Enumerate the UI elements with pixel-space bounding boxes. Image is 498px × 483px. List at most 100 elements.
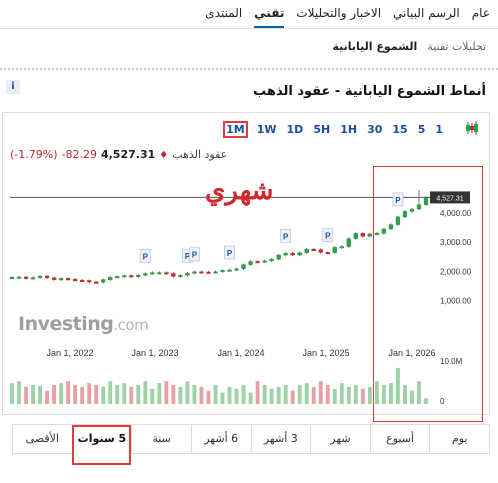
nav-tab-chart[interactable]: الرسم البياني [393,6,460,28]
top-nav: عام الرسم البياني الاخبار والتحليلات تقن… [0,6,490,28]
volume-bar [171,385,176,404]
volume-bar [304,383,309,404]
volume-bar [213,385,218,404]
candle-body [360,233,365,237]
volume-bar [360,388,365,404]
candle-body [276,254,281,260]
timeframe-bar: 1M 1W 1D 5H 1H 30 15 5 1 [223,121,444,138]
candle-body [44,275,50,279]
candle-body [94,281,99,284]
candle-body [37,275,43,278]
breadcrumb: تحليلات تقنية الشموع اليابانية [333,40,487,53]
volume-bar [346,386,351,404]
range-3-months[interactable]: 3 أشهر [250,425,311,453]
candle-body [51,277,57,280]
volume-bar [290,390,295,404]
range-day[interactable]: يوم [429,425,489,453]
pattern-marker-label: P [192,251,198,260]
candle-body [353,233,358,239]
range-week[interactable]: أسبوع [369,425,430,453]
volume-bar [59,383,64,404]
candle-body [66,278,71,281]
candle-body [80,280,85,282]
info-icon[interactable]: i [6,80,20,94]
timeframe-1h[interactable]: 1H [339,121,358,138]
volume-bar [332,388,337,404]
volume-bar [248,392,253,404]
timeframe-1w[interactable]: 1W [256,121,278,138]
volume-bar [234,388,239,404]
volume-bar [150,388,155,404]
nav-tab-news[interactable]: الاخبار والتحليلات [296,6,381,28]
candle-body [108,277,113,280]
volume-bar [192,385,197,404]
candle-body [58,278,64,281]
timeframe-1[interactable]: 1 [434,121,444,138]
range-5-years[interactable]: 5 سنوات [71,425,132,465]
volume-bar [269,388,274,404]
range-6-months[interactable]: 6 أشهر [190,425,251,453]
volume-bar [73,385,78,404]
range-year[interactable]: سنة [131,425,191,453]
volume-bar [10,383,14,404]
pattern-marker-label: P [143,252,149,261]
volume-bar [66,381,71,404]
page-title: أنماط الشموع اليابانية - عقود الذهب [253,84,486,99]
volume-bar [311,386,316,404]
candle-body [157,272,162,275]
volume-bar [31,385,35,404]
nav-tab-forum[interactable]: المنتدى [205,6,242,28]
x-tick-label: Jan 1, 2022 [46,348,93,358]
volume-bar [339,383,344,404]
timeframe-30[interactable]: 30 [366,121,383,138]
volume-bar [227,386,232,404]
candlestick-type-icon[interactable] [464,120,480,136]
candle-body [262,260,267,263]
volume-bar [129,386,134,404]
volume-bar [199,386,204,404]
candle-body [115,276,120,279]
volume-bar [108,381,113,404]
timeframe-5[interactable]: 5 [417,121,427,138]
candle-body [227,269,232,272]
volume-bar [297,385,302,404]
monthly-annotation: شهري [205,176,274,206]
volume-bar [122,383,127,404]
candle-body [129,275,134,278]
candle-body [136,275,141,277]
candle-body [255,261,260,264]
volume-bar [24,386,28,404]
x-tick-label: Jan 1, 2025 [302,348,349,358]
candle-body [346,238,351,247]
timeframe-1m[interactable]: 1M [223,121,248,138]
candle-body [16,276,22,279]
candle-body [164,272,169,275]
volume-bar [185,381,190,404]
candle-body [150,272,155,275]
timeframe-15[interactable]: 15 [391,121,408,138]
candle-body [234,268,239,271]
candle-body [304,248,309,253]
candle-body [297,252,302,256]
candle-body [143,273,148,276]
range-max[interactable]: الأقصى [13,425,72,453]
volume-bar [157,383,162,404]
volume-bar [241,385,246,404]
volume-bar [45,390,50,404]
candle-body [311,248,316,251]
nav-tab-general[interactable]: عام [472,6,490,28]
candle-body [220,270,225,272]
timeframe-1d[interactable]: 1D [286,121,305,138]
volume-bar [367,386,372,404]
candle-body [213,271,218,274]
candle-body [101,279,106,283]
timeframe-5h[interactable]: 5H [312,121,331,138]
volume-bar [87,383,92,404]
range-month[interactable]: شهر [310,425,370,453]
candle-body [339,246,344,249]
breadcrumb-technical-analysis[interactable]: تحليلات تقنية [427,40,486,53]
nav-tab-technical[interactable]: تقني [254,6,285,28]
nav-divider [0,28,498,29]
volume-bar [101,386,106,404]
candle-body [171,273,176,277]
